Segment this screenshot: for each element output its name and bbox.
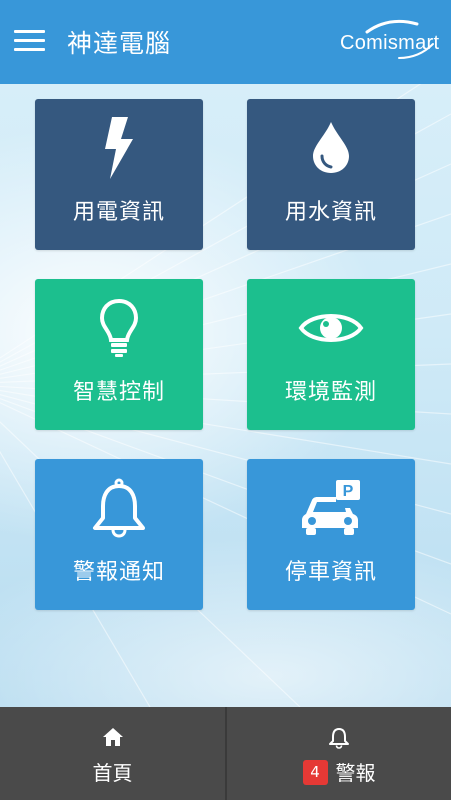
brand-logo: Comismart [337, 18, 440, 64]
bell-icon [35, 477, 203, 539]
tab-alerts[interactable]: 4 警報 [225, 707, 451, 800]
tab-alerts-label-row: 4 警報 [227, 757, 451, 787]
lightning-icon [35, 117, 203, 179]
alerts-count-badge: 4 [302, 760, 328, 785]
page-title: 神達電腦 [67, 29, 172, 58]
tab-home-label: 首頁 [92, 761, 133, 785]
tile-electricity[interactable]: 用電資訊 [35, 99, 203, 250]
eye-icon [247, 297, 415, 359]
bottom-tab-bar: 首頁 4 警報 [0, 707, 451, 800]
tab-alerts-label: 警報 [335, 761, 376, 785]
tile-alerts[interactable]: 警報通知 [35, 459, 203, 610]
home-icon [0, 727, 225, 749]
tile-environment[interactable]: 環境監測 [247, 279, 415, 430]
tile-smart-control[interactable]: 智慧控制 [35, 279, 203, 430]
tile-label: 警報通知 [72, 560, 165, 585]
tile-label: 環境監測 [284, 380, 377, 405]
tab-home[interactable]: 首頁 [0, 707, 225, 800]
tile-label: 智慧控制 [72, 380, 165, 405]
water-drop-icon [247, 117, 415, 179]
bell-icon [227, 727, 451, 749]
tile-label: 停車資訊 [284, 560, 377, 585]
lightbulb-icon [35, 297, 203, 359]
hamburger-menu-icon[interactable] [14, 30, 45, 52]
app-header: 神達電腦 Comismart [0, 0, 451, 84]
background-sky: 用電資訊 用水資訊 智慧控制 環境監測 警報通知 P 停車資訊 [0, 84, 451, 707]
tile-water[interactable]: 用水資訊 [247, 99, 415, 250]
tile-label: 用電資訊 [72, 200, 165, 225]
logo-text: Comismart [340, 32, 440, 54]
tile-parking[interactable]: P 停車資訊 [247, 459, 415, 610]
tile-label: 用水資訊 [284, 200, 377, 225]
parking-car-icon: P [247, 477, 415, 539]
svg-text:P: P [343, 483, 354, 500]
